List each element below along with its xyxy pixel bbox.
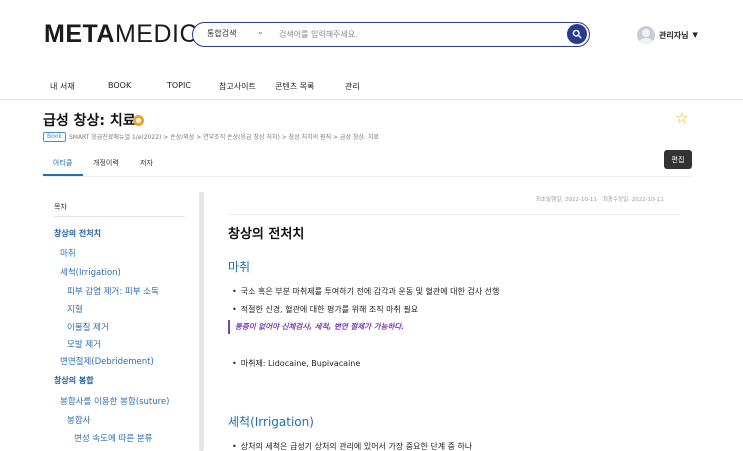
list-item: 국소 혹은 부분 마취제를 투여하기 전에 감각과 운동 및 혈관에 대한 검사… (232, 286, 500, 297)
toc-scrollbar[interactable] (199, 192, 204, 451)
toc-item[interactable]: 창상의 봉합 (54, 375, 94, 386)
breadcrumb: Book SMART 응급진료매뉴얼 1/e(2022) > 손상/외상 > 연… (43, 131, 379, 142)
section-title: 창상의 전처치 (228, 227, 305, 242)
logo-bold: META (44, 20, 115, 48)
search-bar: 통합검색 ⌄ (192, 22, 590, 47)
tab-authors[interactable]: 저자 (140, 158, 153, 168)
toc-item[interactable]: 세척(Irrigation) (60, 266, 121, 278)
nav-item-book[interactable]: BOOK (108, 81, 131, 90)
table-of-contents: 목차 창상의 전처치 마취 세척(Irrigation) 피부 감염 제거: 피… (43, 192, 203, 451)
subsection-title: 세척(Irrigation) (228, 415, 314, 429)
caret-down-icon: ▼ (692, 31, 698, 39)
toc-item[interactable]: 봉합사 (67, 414, 90, 426)
search-scope-select[interactable]: 통합검색 (207, 28, 236, 39)
page-title: 급성 창상: 치료 (43, 113, 136, 129)
toc-divider (54, 216, 185, 217)
status-badge-icon (133, 115, 144, 126)
logo-light: MEDIC (114, 20, 199, 48)
nav-item-reference-sites[interactable]: 참고사이트 (219, 81, 256, 92)
book-tag[interactable]: Book (43, 131, 66, 142)
tabs-divider (43, 176, 693, 177)
user-menu[interactable]: 관리자님 ▼ (637, 25, 698, 45)
breadcrumb-path: SMART 응급진료매뉴얼 1/e(2022) > 손상/외상 > 연부조직 손… (68, 134, 379, 141)
list-item: 상처의 세척은 급성기 상처의 관리에 있어서 가장 중요한 단계 중 하나 (232, 441, 473, 451)
toc-item[interactable]: 창상의 전처치 (54, 228, 101, 239)
nav-item-library[interactable]: 내 서재 (50, 81, 75, 92)
subsection-title: 마취 (228, 260, 251, 274)
last-modified-date: 최종수정일: 2022-10-11 (602, 197, 664, 203)
tab-article[interactable]: 아티클 (53, 158, 72, 168)
toc-item[interactable]: 피부 감염 제거: 피부 소독 (67, 285, 159, 297)
content-divider (228, 214, 680, 215)
search-input[interactable] (279, 27, 549, 41)
edit-button[interactable]: 편집 (664, 150, 692, 169)
main-nav: 내 서재 BOOK TOPIC 참고사이트 콘텐츠 목록 관리 (0, 74, 743, 100)
toc-item[interactable]: 모발 제거 (67, 338, 101, 350)
logo[interactable]: METAMEDIC (44, 20, 198, 49)
star-icon[interactable]: ☆ (675, 111, 688, 126)
toc-item[interactable]: 변성 속도에 따른 분류 (74, 432, 153, 444)
nav-item-admin[interactable]: 관리 (345, 81, 360, 92)
toc-heading: 목차 (54, 203, 67, 211)
header: METAMEDIC 통합검색 ⌄ 관리자님 ▼ (0, 0, 743, 70)
list-item: 마취제: Lidocaine, Bupivacaine (232, 358, 361, 369)
toc-item[interactable]: 이물질 제거 (67, 321, 109, 333)
toc-item[interactable]: 마취 (60, 247, 76, 259)
list-item: 적절한 신경, 혈관에 대한 평가를 위해 조직 마취 필요 (232, 304, 418, 315)
avatar-icon (637, 26, 655, 44)
search-button[interactable] (567, 24, 587, 44)
search-icon (572, 29, 582, 39)
user-name: 관리자님 (659, 30, 689, 40)
toc-item[interactable]: 변연절제(Debridement) (60, 355, 154, 367)
publish-dates: 최초발행일: 2022-10-11 최종수정일: 2022-10-11 (536, 195, 664, 203)
toc-item[interactable]: 지혈 (67, 303, 83, 315)
highlight-note: 통증이 없어야 신체검사, 세척, 변연 절제가 가능하다. (228, 320, 404, 334)
tab-revision-history[interactable]: 개정이력 (93, 158, 119, 168)
toc-item[interactable]: 봉합사를 이용한 봉합(suture) (60, 395, 170, 407)
nav-item-content-list[interactable]: 콘텐츠 목록 (275, 81, 314, 92)
first-published-date: 최초발행일: 2022-10-11 (536, 197, 597, 203)
chevron-down-icon[interactable]: ⌄ (257, 27, 264, 36)
nav-item-topic[interactable]: TOPIC (167, 81, 191, 90)
